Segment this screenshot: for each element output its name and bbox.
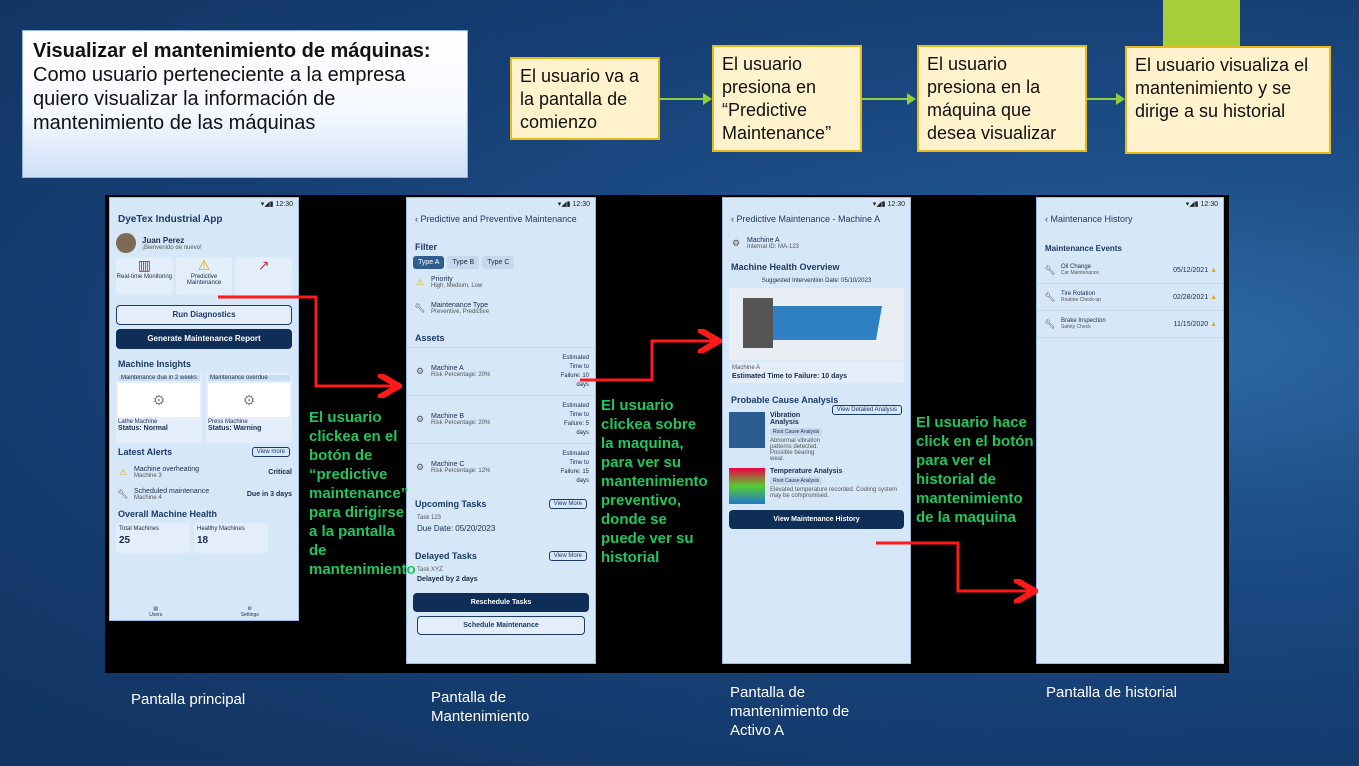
arrow-to-history [876,541,1032,591]
caption-maintenance: Pantalla de Mantenimiento [431,689,530,725]
caption-main: Pantalla principal [131,691,246,708]
arrow-to-machine [580,341,716,382]
arrow-to-maintenance [218,295,396,386]
annotation-3: El usuario hace click en el botón para v… [916,414,1034,526]
caption-machine-a: Pantalla de mantenimiento de Activo A [730,684,850,739]
annotation-1: El usuario clickea en el botón de “predi… [309,409,416,578]
flow-connectors [218,295,1359,766]
caption-history: Pantalla de historial [1046,684,1177,701]
annotation-2: El usuario clickea sobre la maquina, par… [601,397,708,566]
